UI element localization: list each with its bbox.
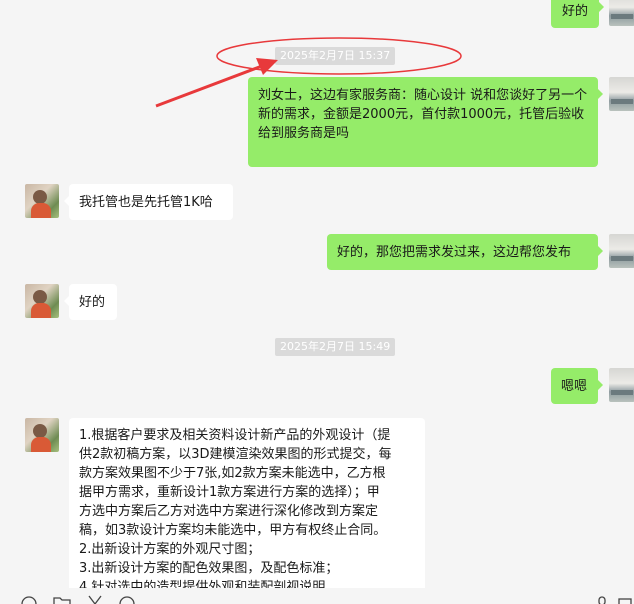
- mic-icon[interactable]: [598, 596, 606, 604]
- folder-icon[interactable]: [53, 597, 71, 604]
- message-bubble-outgoing[interactable]: 好的: [551, 0, 604, 28]
- avatar[interactable]: [609, 77, 634, 111]
- chat-history-icon[interactable]: [119, 596, 135, 604]
- message-text: 刘女士，这边有家服务商：随心设计 说和您谈好了另一个新的需求，金额是2000元，…: [258, 88, 588, 141]
- timestamp: 2025年2月7日 15:37: [275, 47, 396, 65]
- toolbar-icons: [21, 595, 632, 604]
- message-line: 方选中方案后乙方对选中方案进行深化修改到方案定: [79, 504, 379, 519]
- message-line: 2.出新设计方案的外观尺寸图；: [79, 542, 261, 557]
- message-text: 好的: [561, 4, 588, 19]
- timestamp: 2025年2月7日 15:49: [275, 338, 396, 356]
- message-bubble-incoming[interactable]: 我托管也是先托管1K哈: [64, 184, 233, 220]
- message-line: 供2款初稿方案，以3D建模渲染效果图的形式提交，每: [79, 447, 392, 462]
- annotation-arrow: [155, 64, 263, 108]
- avatar[interactable]: [25, 284, 59, 318]
- emoji-icon[interactable]: [21, 596, 37, 604]
- avatar[interactable]: [25, 418, 59, 452]
- message-line: 款方案效果图不少于7张,如2款方案未能选中，乙方根: [79, 466, 386, 481]
- scissors-icon[interactable]: [88, 595, 102, 604]
- message-bubble-outgoing[interactable]: 好的，那您把需求发过来，这边帮您发布: [327, 234, 603, 270]
- avatar[interactable]: [25, 184, 59, 218]
- avatar[interactable]: [609, 234, 634, 268]
- message-line: 1.根据客户要求及相关资料设计新产品的外观设计（提: [79, 428, 391, 443]
- message-line: 据甲方需求，重新设计1款方案进行方案的选择）；甲: [79, 485, 380, 500]
- message-bubble-incoming[interactable]: 1.根据客户要求及相关资料设计新产品的外观设计（提 供2款初稿方案，以3D建模渲…: [69, 418, 425, 598]
- avatar[interactable]: [609, 368, 634, 402]
- message-text: 我托管也是先托管1K哈: [79, 195, 213, 210]
- message-text: 好的，那您把需求发过来，这边帮您发布: [337, 245, 572, 260]
- message-bubble-outgoing[interactable]: 嗯嗯: [551, 368, 603, 404]
- message-bubble-incoming[interactable]: 好的: [64, 284, 117, 320]
- avatar[interactable]: [609, 0, 634, 26]
- message-text: 嗯嗯: [561, 379, 588, 394]
- message-line: 稿，如3款设计方案均未能选中，甲方有权终止合同。: [79, 523, 387, 538]
- message-line: 3.出新设计方案的配色效果图，及配色标准；: [79, 561, 339, 576]
- message-bubble-outgoing[interactable]: 刘女士，这边有家服务商：随心设计 说和您谈好了另一个新的需求，金额是2000元，…: [248, 77, 603, 167]
- video-icon[interactable]: [618, 598, 632, 604]
- message-text: 好的: [79, 295, 106, 310]
